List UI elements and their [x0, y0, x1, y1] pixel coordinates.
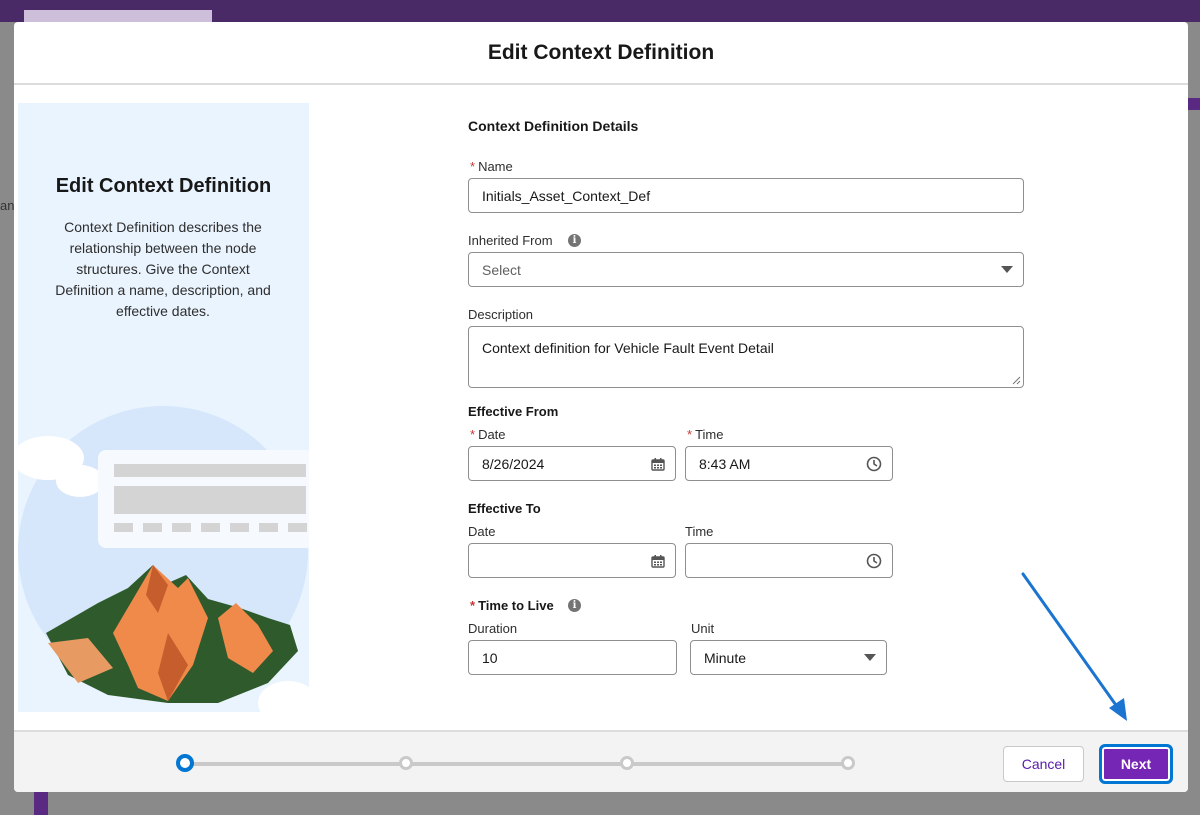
- duration-label: Duration: [468, 621, 518, 636]
- clock-icon[interactable]: [866, 456, 882, 472]
- name-input[interactable]: Initials_Asset_Context_Def: [468, 178, 1024, 213]
- calendar-icon[interactable]: [651, 554, 665, 568]
- background-accent: [1188, 98, 1200, 110]
- edit-context-definition-modal: Edit Context Definition Edit Context Def…: [14, 22, 1188, 792]
- required-marker: *: [470, 427, 476, 442]
- duration-input[interactable]: 10: [468, 640, 677, 675]
- chevron-down-icon: [1001, 265, 1013, 274]
- effective-to-time-input[interactable]: [685, 543, 893, 578]
- description-label: Description: [468, 307, 534, 322]
- intro-description: Context Definition describes the relatio…: [55, 219, 271, 319]
- effective-from-title: Effective From: [468, 404, 559, 419]
- progress-step-2[interactable]: [399, 756, 413, 770]
- name-label: * Name: [470, 159, 513, 174]
- effective-from-time-input[interactable]: 8:43 AM: [685, 446, 893, 481]
- unit-label: Unit: [691, 621, 715, 636]
- required-marker: *: [470, 159, 476, 174]
- info-icon[interactable]: i: [568, 234, 581, 247]
- modal-title: Edit Context Definition: [487, 40, 715, 64]
- modal-header: Edit Context Definition: [14, 22, 1188, 85]
- progress-step-4[interactable]: [841, 756, 855, 770]
- description-textarea[interactable]: Context definition for Vehicle Fault Eve…: [468, 326, 1024, 388]
- chevron-down-icon: [864, 653, 876, 662]
- background-nav-strip: [34, 790, 48, 815]
- effective-to-time-label: Time: [685, 524, 714, 539]
- annotation-arrow-icon: [1021, 572, 1127, 721]
- inherited-from-label: Inherited From: [468, 233, 553, 248]
- effective-from-date-input[interactable]: 8/26/2024: [468, 446, 676, 481]
- unit-select[interactable]: Minute: [690, 640, 887, 675]
- calendar-icon[interactable]: [651, 457, 665, 471]
- required-marker: *: [687, 427, 693, 442]
- info-icon[interactable]: i: [568, 599, 581, 612]
- progress-step-1[interactable]: [176, 754, 194, 772]
- effective-to-date-label: Date: [468, 524, 496, 539]
- clock-icon[interactable]: [866, 553, 882, 569]
- cancel-button[interactable]: Cancel: [1003, 746, 1084, 782]
- effective-from-date-label: * Date: [470, 427, 506, 442]
- resize-handle-icon[interactable]: [1012, 376, 1021, 385]
- intro-title: Edit Context Definition: [55, 175, 272, 197]
- intro-panel: Edit Context Definition Context Definiti…: [18, 103, 309, 712]
- effective-to-date-input[interactable]: [468, 543, 676, 578]
- time-to-live-title: * Time to Live: [470, 598, 554, 613]
- modal-footer: Cancel Next: [14, 730, 1188, 792]
- effective-from-time-label: * Time: [687, 427, 724, 442]
- effective-to-title: Effective To: [468, 501, 541, 516]
- progress-step-3[interactable]: [620, 756, 634, 770]
- inherited-from-select[interactable]: Select: [468, 252, 1024, 287]
- required-marker: *: [470, 598, 476, 613]
- next-button[interactable]: Next: [1099, 744, 1173, 784]
- progress-track: [184, 762, 848, 766]
- section-title: Context Definition Details: [468, 118, 639, 134]
- mountain-illustration: [18, 406, 309, 712]
- background-text: an: [0, 198, 15, 213]
